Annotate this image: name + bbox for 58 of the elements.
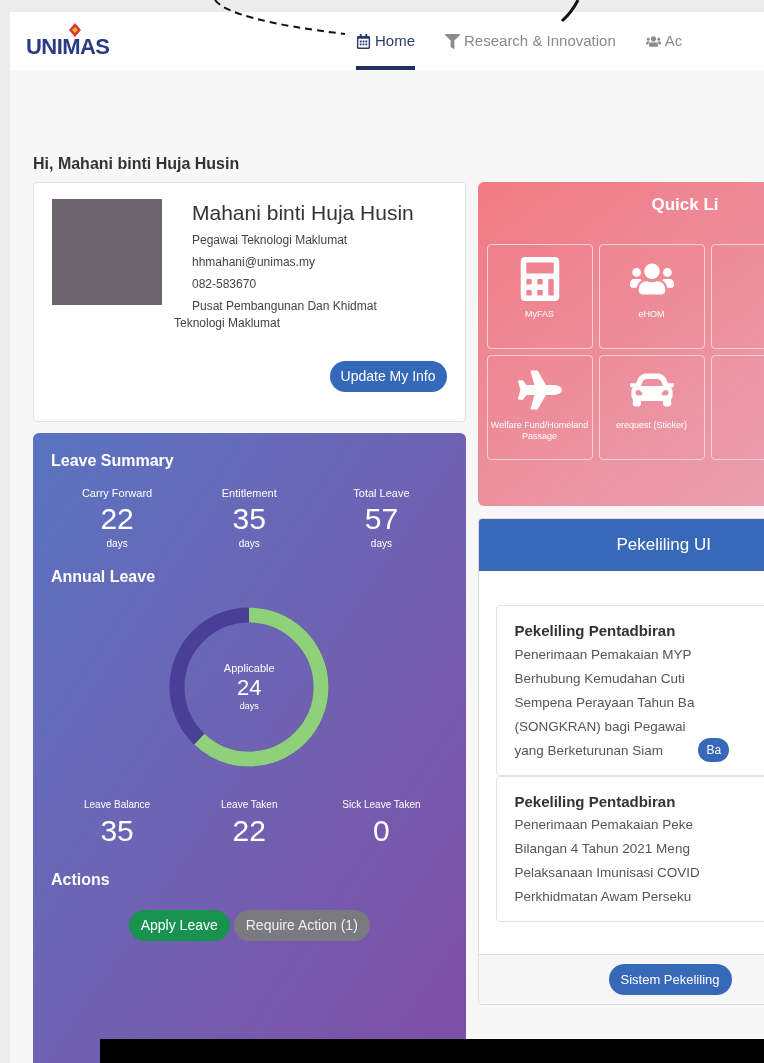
stat-label: Leave Taken <box>220 797 278 812</box>
stat-value: 35 <box>232 501 266 536</box>
logo[interactable]: UNIMAS <box>26 23 356 59</box>
read-more-button[interactable]: Ba <box>698 737 730 762</box>
quick-link-tile[interactable]: MyFAS <box>486 243 593 349</box>
donut-label: Applicable <box>223 660 275 676</box>
stat-value: 22 <box>232 812 266 849</box>
action-button[interactable]: Require Action (1) <box>233 909 370 941</box>
circular-system-button[interactable]: Sistem Pekeliling <box>608 963 732 996</box>
tile-label: MyFAS <box>524 308 555 320</box>
quick-link-tile[interactable]: Welfare Fund/Homeland Passage <box>486 354 593 460</box>
tile-label: erequest (Sticker) <box>615 419 688 431</box>
profile-name: Mahani binti Huja Husin <box>192 200 414 226</box>
stat-value: 57 <box>364 501 399 536</box>
card-title: Actions <box>51 869 111 890</box>
airplane-icon <box>517 367 562 412</box>
stat-value: 0 <box>373 812 390 849</box>
greeting: Hi, Mahani binti Huja Husin <box>33 154 241 174</box>
profile-phone: 082-583670 <box>192 276 258 293</box>
logo-emblem-icon <box>67 23 82 39</box>
stat-unit: days <box>106 536 128 551</box>
people-icon <box>645 33 661 49</box>
curved-line <box>560 0 580 24</box>
circular-description: Penerimaan Pemakaian MYP Berhubung Kemudahan Cuti Sempena Perayaan Tahun Ba (SONGKRAN) bagi Pegawai yang Berketurunan Siam <box>514 645 695 760</box>
card-title: Pekeliling UI <box>616 534 711 557</box>
stat-value: 35 <box>100 812 134 849</box>
tile-label: Welfare Fund/Homeland Passage <box>489 419 590 442</box>
action-button[interactable]: Apply Leave <box>128 909 230 941</box>
profile-email: hhmahani@unimas.my <box>192 254 316 271</box>
stat-value: 22 <box>100 501 134 536</box>
circular-title: Pekeliling Pentadbiran <box>514 621 677 641</box>
nav-tab[interactable]: Home <box>356 12 415 70</box>
filter-icon <box>445 33 460 49</box>
panel-title: Quick Li <box>651 195 719 214</box>
stat-unit: days <box>370 536 392 551</box>
profile-department: Pusat Pembangunan Dan Khidmat <box>192 298 378 315</box>
profile-department: Teknologi Maklumat <box>174 315 282 331</box>
stat-label: Entitlement <box>221 486 277 501</box>
calendar-icon <box>356 33 371 49</box>
quick-link-tile[interactable]: eHOM <box>598 243 705 349</box>
profile-position: Pegawai Teknologi Maklumat <box>192 232 349 249</box>
stat-label: Leave Balance <box>84 797 151 812</box>
stat-label: Carry Forward <box>81 486 153 501</box>
donut-unit: days <box>239 700 259 713</box>
donut-value: 24 <box>237 676 262 700</box>
stat-label: Total Leave <box>353 486 410 501</box>
card-title: Leave Summary <box>51 451 175 471</box>
circular-title: Pekeliling Pentadbiran <box>514 791 677 812</box>
stat-unit: days <box>238 536 260 551</box>
circular-description: Penerimaan Pemakaian Peke Bilangan 4 Tahun 2021 Meng Pelaksanaan Imunisasi COVID Perkhidmatan Awam Perseku <box>514 816 700 906</box>
update-info-button[interactable]: Update My Info <box>329 361 447 392</box>
nav-tab[interactable]: Ac <box>645 12 683 70</box>
tile-label: eHOM <box>637 308 666 320</box>
card-title: Annual Leave <box>51 566 157 587</box>
nav-tab[interactable]: Research & Innovation <box>445 12 616 70</box>
logo-text: UNIMAS <box>26 35 110 59</box>
quick-link-tile[interactable]: erequest (Sticker) <box>598 354 705 460</box>
stat-label: Sick Leave Taken <box>342 797 421 812</box>
